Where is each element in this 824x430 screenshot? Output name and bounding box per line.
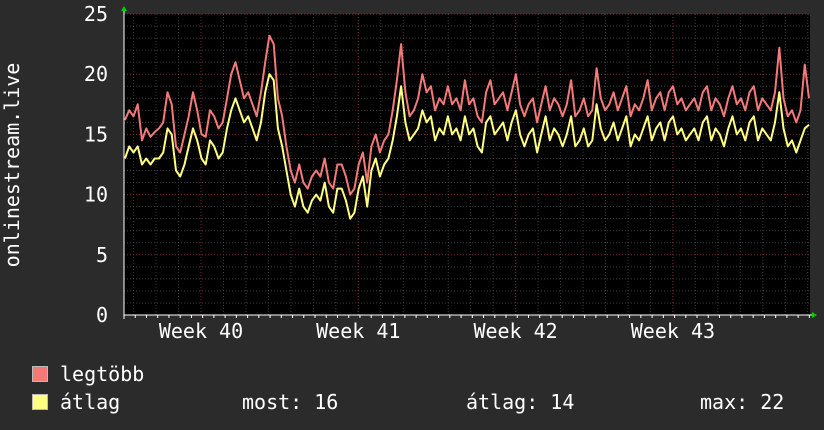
y-tick-label: 15 [84,122,108,146]
x-tick-label: Week 42 [473,319,557,343]
y-tick-label: 10 [84,183,108,207]
y-tick-label: 25 [84,2,108,26]
avg-swatch [32,394,48,410]
stat-now: most: 16 [242,390,339,414]
legend-label-avg: átlag [60,390,121,414]
stat-average: átlag: 14 [466,390,575,414]
max-swatch [32,366,48,382]
stat-max: max: 22 [700,390,785,414]
y-tick-label: 0 [96,303,108,327]
x-axis-arrow [812,312,817,318]
legend-label-max: legtöbb [60,362,145,386]
legend-item-max: legtöbb [32,362,144,386]
y-axis-label: onlinestream.live [0,63,24,268]
y-tick-label: 20 [84,62,108,86]
x-tick-label: Week 43 [631,319,715,343]
y-axis-arrow [121,6,127,11]
plot-area [124,14,810,315]
x-tick-label: Week 40 [159,319,243,343]
x-tick-label: Week 41 [316,319,400,343]
traffic-chart: 0 5 10 15 20 25 Week 40 Week 41 Week 42 Week 43 o… [0,2,817,343]
y-tick-label: 5 [96,243,108,267]
legend-item-avg: átlag [32,390,120,414]
